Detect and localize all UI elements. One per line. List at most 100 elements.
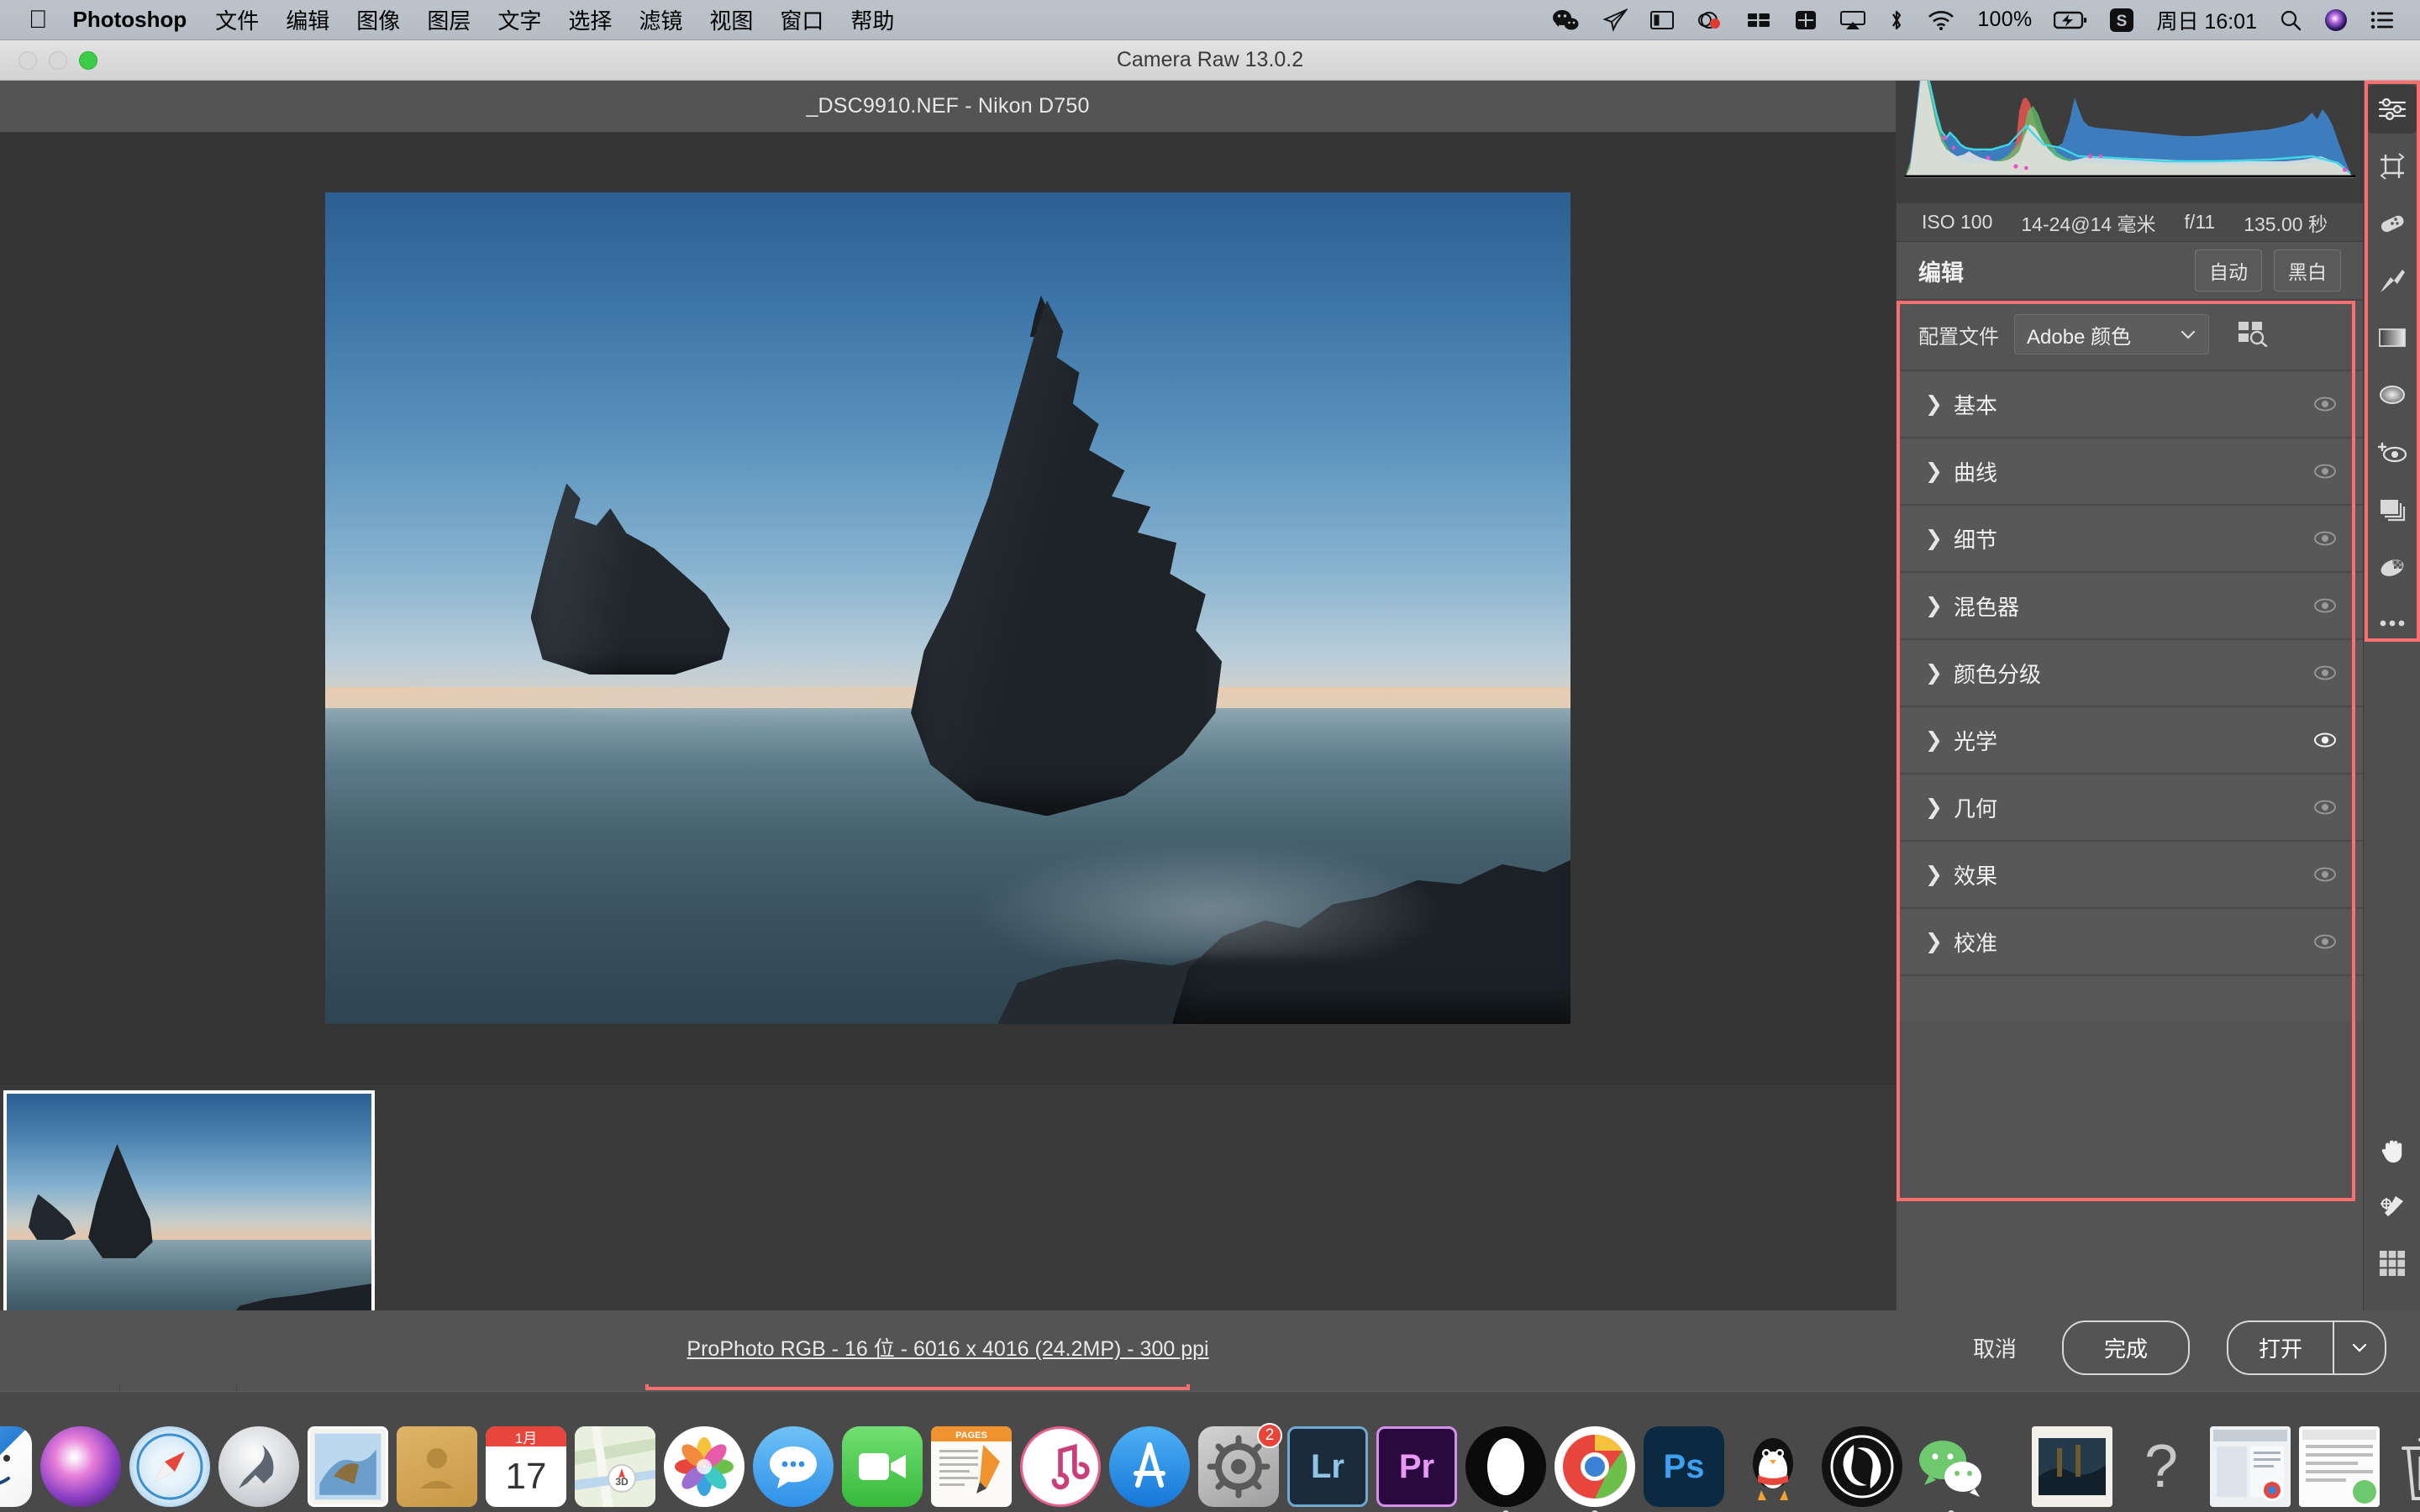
recording-icon[interactable] [1697,9,1723,31]
menu-item-help[interactable]: 帮助 [850,4,894,35]
cancel-button[interactable]: 取消 [1965,1327,2025,1368]
masking-brush-icon[interactable] [2364,252,2420,309]
snapshots-icon[interactable] [2364,480,2420,538]
dock-item-siri[interactable] [40,1426,121,1507]
sogou-icon[interactable]: S [2109,8,2134,33]
crop-icon[interactable] [2364,138,2420,195]
dock-item-photoshop[interactable]: Ps [1644,1426,1724,1507]
profile-browser-icon[interactable] [2236,318,2268,351]
eye-icon[interactable] [2309,530,2338,547]
sidebar-item-effects[interactable]: ❯ 效果 [1897,840,2363,907]
dock-item-finder[interactable] [0,1426,32,1507]
dock-item-contacts[interactable] [397,1426,477,1507]
dock-item-facetime[interactable] [842,1426,923,1507]
zoom-window-button[interactable] [79,50,97,70]
dock-item-messages[interactable] [753,1426,834,1507]
dock-item-window-stack2[interactable] [2299,1426,2380,1507]
sidebar-item-mixer[interactable]: ❯ 混色器 [1897,571,2363,638]
black-white-button[interactable]: 黑白 [2274,249,2341,291]
display-icon[interactable] [1649,9,1675,31]
menubar-app-name[interactable]: Photoshop [73,7,187,33]
control-center-icon[interactable] [2370,10,2395,30]
airplay-icon[interactable] [1839,9,1866,31]
eye-icon[interactable] [2309,933,2338,950]
bed-icon[interactable] [1745,9,1772,31]
sidebar-item-optics[interactable]: ❯ 光学 [1897,706,2363,773]
search-icon[interactable] [2279,8,2302,32]
eye-icon[interactable] [2309,664,2338,681]
red-eye-icon[interactable] [2364,423,2420,480]
bluetooth-icon[interactable] [1888,8,1905,32]
image-info-link[interactable]: ProPhoto RGB - 16 位 - 6016 x 4016 (24.2M… [0,1332,1896,1362]
menu-item-view[interactable]: 视图 [709,4,753,35]
menu-item-layer[interactable]: 图层 [427,4,471,35]
menu-item-filter[interactable]: 滤镜 [639,4,682,35]
dock-item-calendar[interactable]: 1月 17 [486,1426,566,1507]
done-button[interactable]: 完成 [2061,1320,2190,1375]
dock-item-trash[interactable] [2388,1426,2420,1507]
input-source-icon[interactable] [1794,9,1818,31]
sidebar-item-geometry[interactable]: ❯ 几何 [1897,773,2363,840]
paper-plane-icon[interactable] [1602,8,1628,32]
sidebar-item-color-grading[interactable]: ❯ 颜色分级 [1897,638,2363,706]
gradient-icon[interactable] [2364,309,2420,366]
spot-removal-icon[interactable] [2364,195,2420,252]
eye-icon[interactable] [2309,866,2338,883]
dock-item-system-prefs[interactable]: 2 [1198,1423,1282,1507]
menu-item-edit[interactable]: 编辑 [286,4,329,35]
menu-item-type[interactable]: 文字 [497,4,541,35]
eye-icon[interactable] [2309,799,2338,816]
wechat-icon[interactable] [1552,8,1581,32]
menu-item-image[interactable]: 图像 [356,4,400,35]
dock-item-iina[interactable] [1465,1426,1546,1512]
image-preview-canvas[interactable] [0,133,1896,1084]
menu-item-file[interactable]: 文件 [215,4,259,35]
radial-filter-icon[interactable] [2364,366,2420,423]
dock-item-photos[interactable] [664,1426,744,1507]
wifi-icon[interactable] [1927,9,1955,31]
dock-item-question-doc[interactable]: ? [2121,1426,2202,1507]
eye-icon[interactable] [2309,732,2338,748]
menu-item-window[interactable]: 窗口 [780,4,823,35]
menu-item-select[interactable]: 选择 [568,4,612,35]
dock-item-mail[interactable] [308,1426,388,1507]
apple-logo-icon[interactable]:  [29,7,48,33]
presets-icon[interactable] [2364,538,2420,595]
eye-icon[interactable] [2309,463,2338,480]
dock-item-obs[interactable] [1822,1426,1902,1507]
dock-item-lightroom[interactable]: Lr [1287,1426,1368,1507]
dock-item-launchpad[interactable] [218,1426,299,1507]
edit-sliders-icon[interactable] [2367,85,2417,134]
battery-charging-icon[interactable] [2054,10,2087,30]
dock-item-wechat[interactable] [1911,1426,1991,1512]
menubar-clock[interactable]: 周日 16:01 [2156,5,2257,35]
open-button[interactable]: 打开 [2228,1322,2333,1373]
profile-select[interactable]: Adobe 颜色 [2014,314,2209,354]
dock-item-qq[interactable] [1733,1426,1813,1507]
dock-item-itunes[interactable] [1020,1426,1101,1507]
sidebar-item-calibration[interactable]: ❯ 校准 [1897,907,2363,974]
grid-icon[interactable] [2364,1235,2420,1292]
filmstrip-thumbnail[interactable] [3,1090,375,1326]
dock-item-chrome[interactable] [1555,1426,1635,1512]
chevron-down-icon[interactable] [2333,1321,2385,1373]
dock-item-safari[interactable] [129,1426,210,1507]
dock-item-appstore[interactable] [1109,1426,1190,1507]
sidebar-item-basic[interactable]: ❯ 基本 [1897,370,2363,437]
more-options-icon[interactable] [2364,595,2420,652]
auto-button[interactable]: 自动 [2195,249,2262,291]
hand-icon[interactable] [2364,1121,2420,1178]
dock-item-pages[interactable]: PAGES [931,1426,1012,1507]
eye-icon[interactable] [2309,597,2338,614]
siri-icon[interactable] [2324,8,2348,32]
sidebar-item-detail[interactable]: ❯ 细节 [1897,504,2363,571]
eye-icon[interactable] [2309,396,2338,412]
dock-item-window-stack1[interactable] [2210,1426,2291,1507]
minimize-window-button[interactable] [49,50,67,70]
dock-item-maps[interactable]: 3D [575,1426,655,1507]
close-window-button[interactable] [18,50,37,70]
dock-item-premiere[interactable]: Pr [1376,1426,1457,1507]
dock-item-photo-file[interactable] [2032,1426,2112,1507]
eyedropper-icon[interactable] [2364,1178,2420,1235]
sidebar-item-curve[interactable]: ❯ 曲线 [1897,437,2363,504]
